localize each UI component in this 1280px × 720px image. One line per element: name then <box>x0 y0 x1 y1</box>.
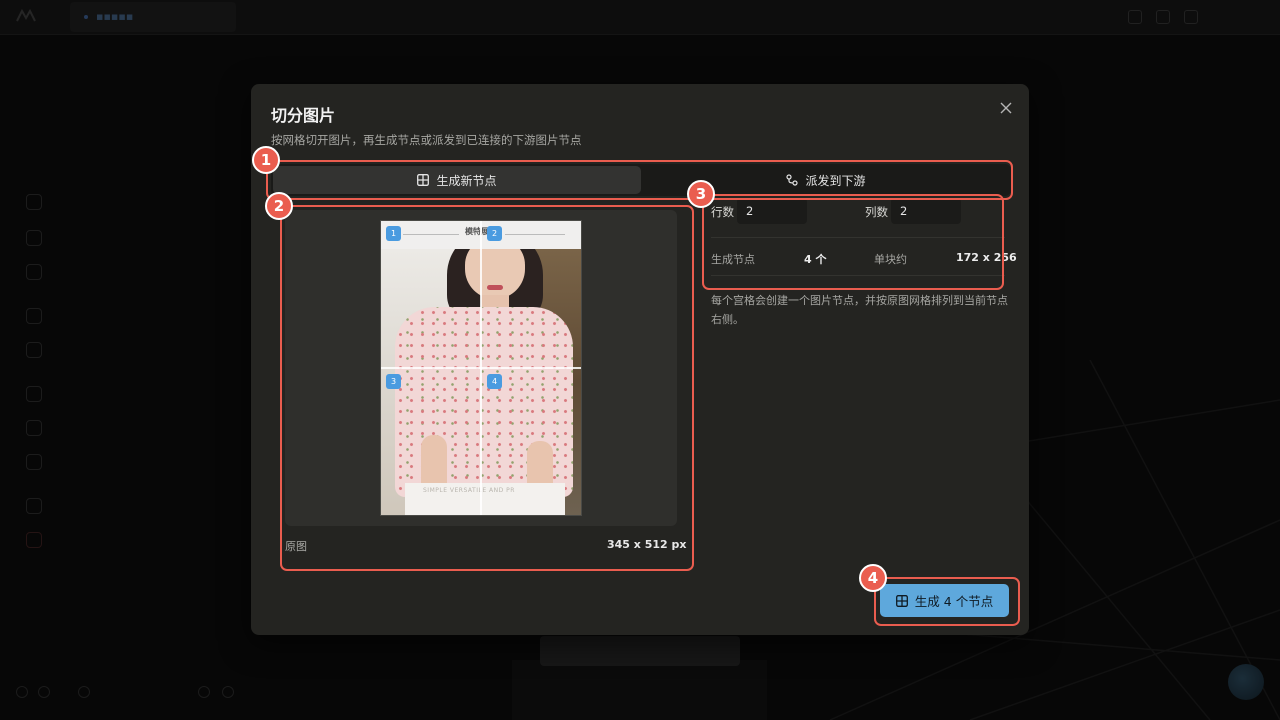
callout-box-preview <box>280 205 694 571</box>
callout-box-grid-settings <box>702 194 1004 290</box>
callout-badge: 3 <box>687 180 715 208</box>
dialog-title: 切分图片 <box>271 106 336 125</box>
callout-badge: 2 <box>265 192 293 220</box>
callout-badge: 4 <box>859 564 887 592</box>
callout-box-generate <box>874 577 1020 626</box>
callout-badge: 1 <box>252 146 280 174</box>
close-icon[interactable] <box>998 100 1014 116</box>
help-note: 每个宫格会创建一个图片节点，并按原图网格排列到当前节点右侧。 <box>711 294 1008 326</box>
dialog-description: 按网格切开图片，再生成节点或派发到已连接的下游图片节点 <box>271 133 582 147</box>
